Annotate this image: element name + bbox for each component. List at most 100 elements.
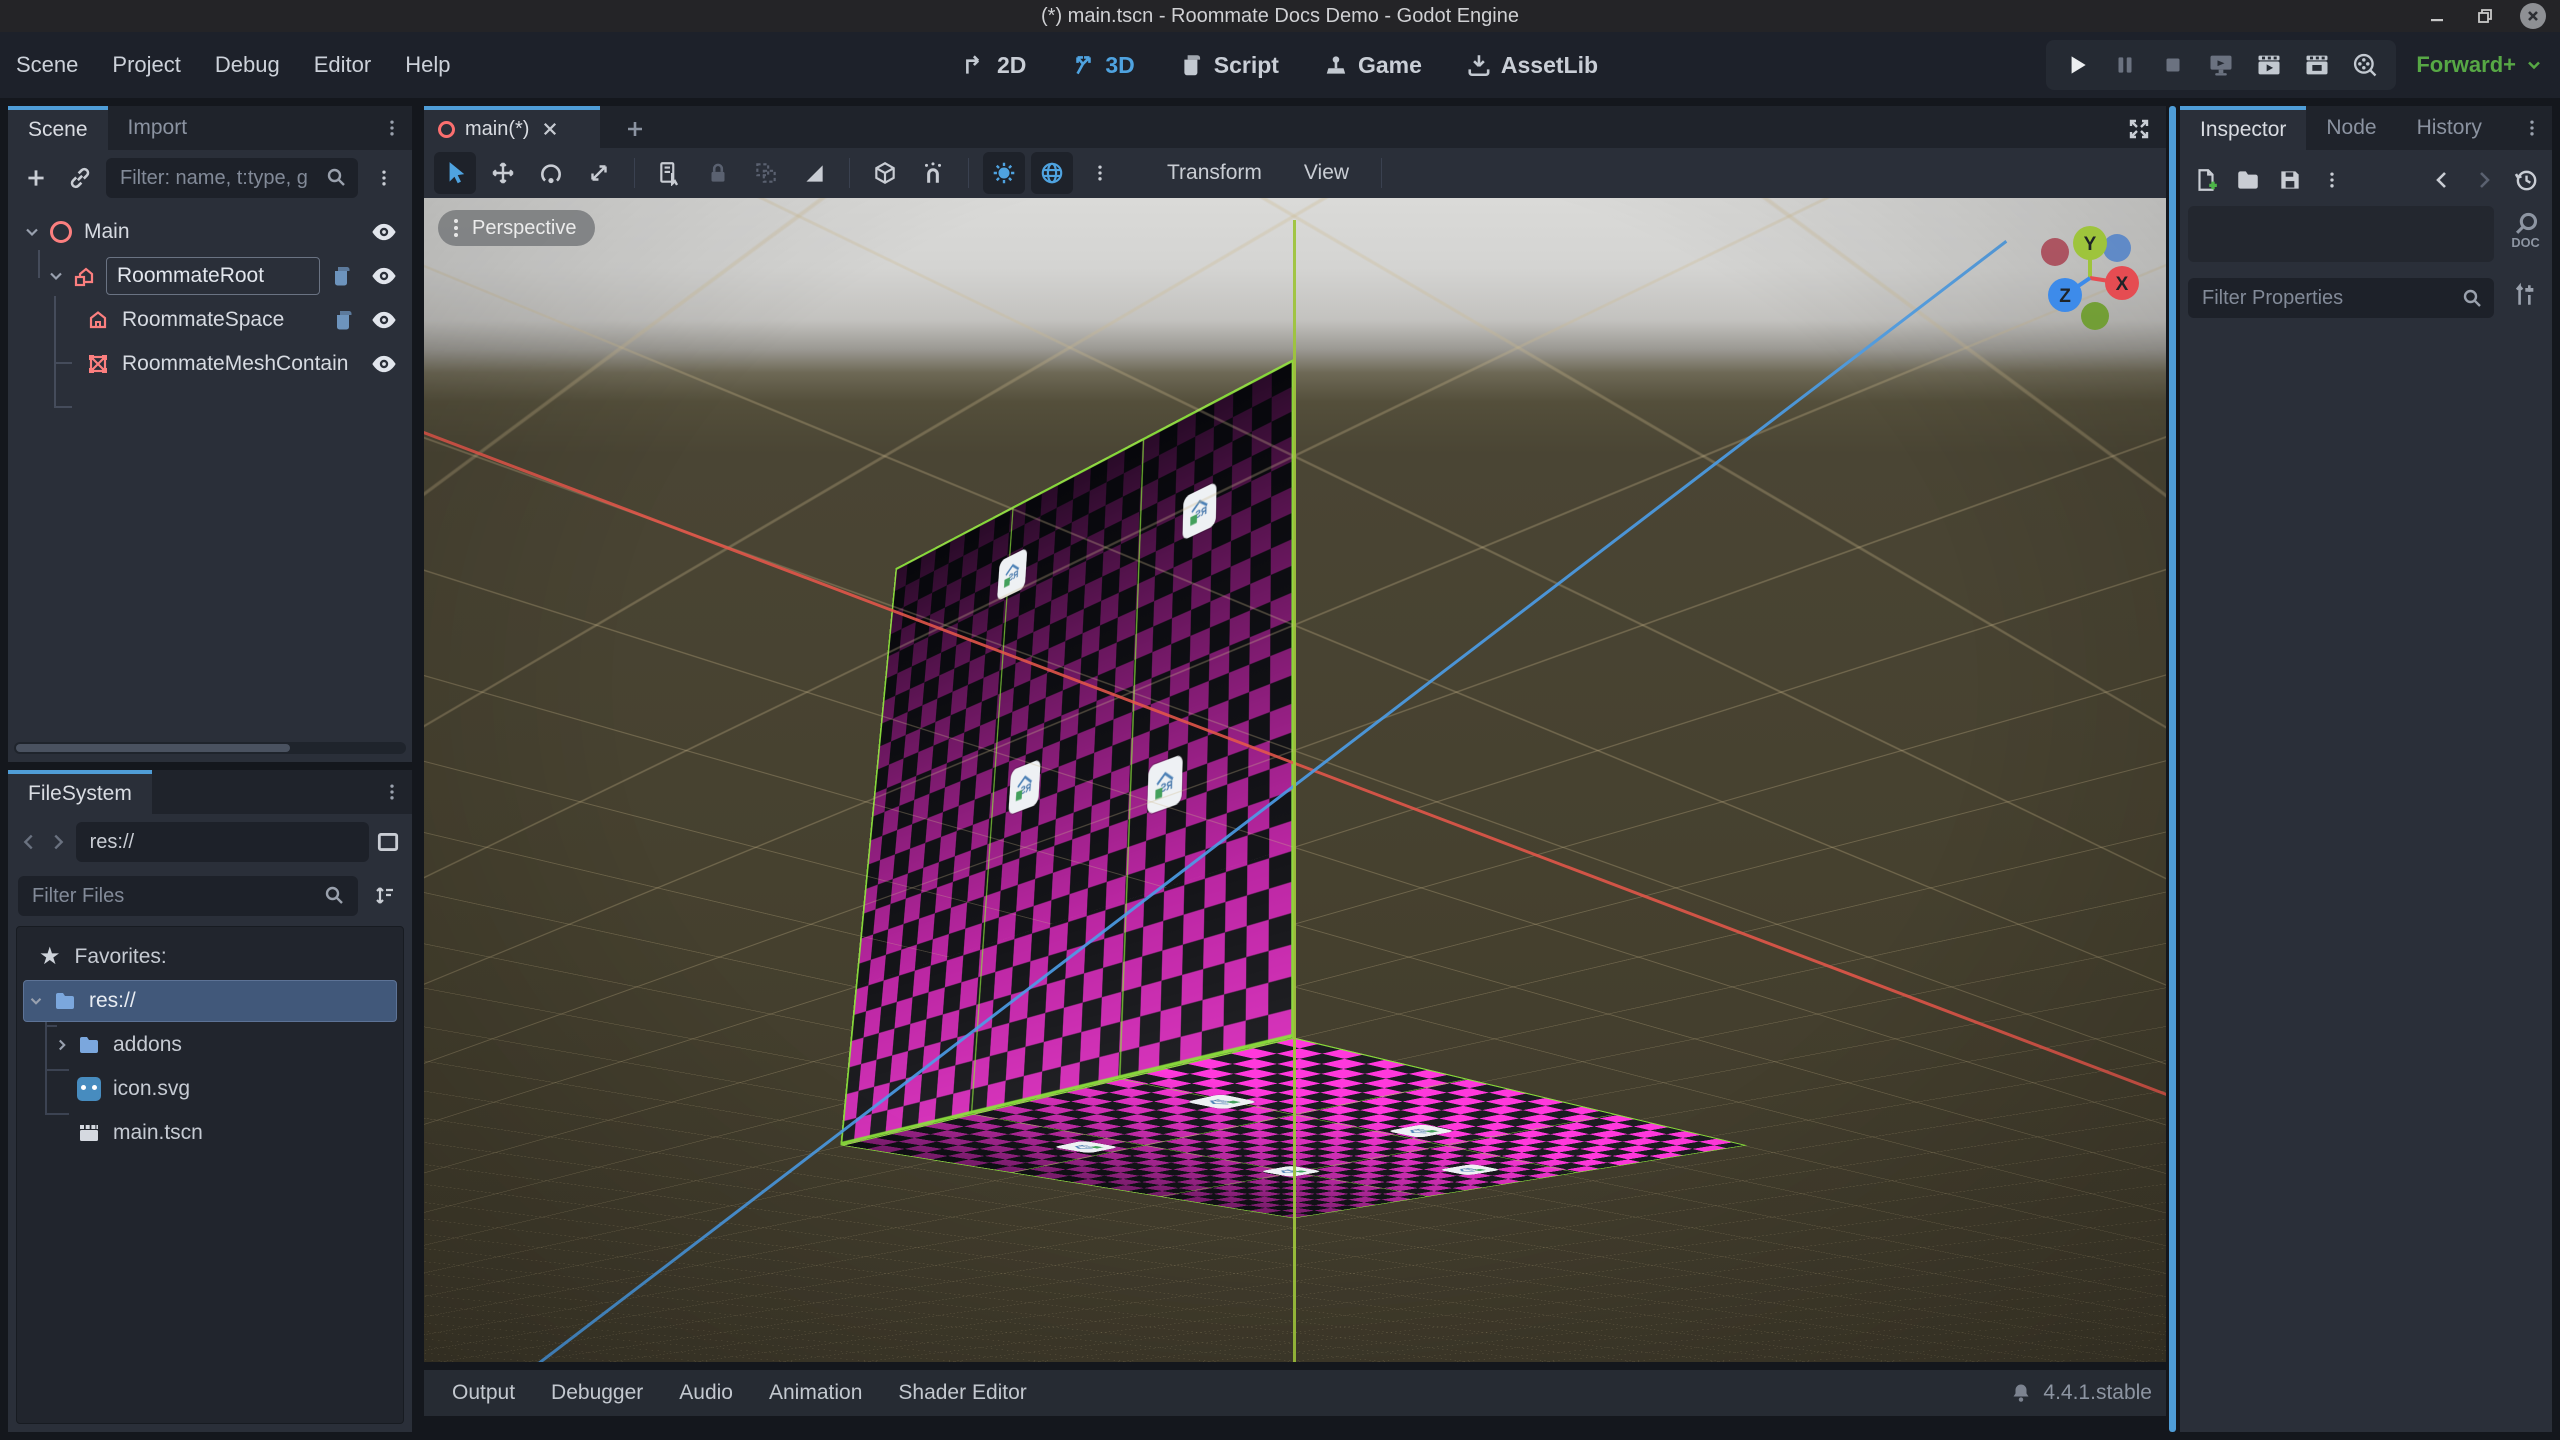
filter-files-input[interactable] — [18, 876, 358, 916]
fs-row-icon-svg[interactable]: icon.svg — [17, 1067, 403, 1111]
panel-shader-editor[interactable]: Shader Editor — [884, 1381, 1040, 1405]
visibility-eye-icon[interactable] — [370, 218, 398, 246]
viewport-options-icon[interactable] — [1079, 152, 1121, 194]
panel-debugger[interactable]: Debugger — [537, 1381, 657, 1405]
fs-row-main-tscn[interactable]: main.tscn — [17, 1111, 403, 1155]
play-custom-scene-icon[interactable] — [2298, 46, 2336, 84]
property-tools-icon[interactable] — [2512, 282, 2538, 313]
attached-script-icon[interactable] — [332, 308, 356, 332]
gizmo-z-label[interactable]: Z — [2059, 286, 2071, 307]
scale-tool-icon[interactable] — [578, 152, 620, 194]
group-icon[interactable] — [745, 152, 787, 194]
perspective-menu[interactable]: Perspective — [438, 210, 595, 246]
collapse-icon[interactable] — [27, 992, 45, 1010]
renderer-selector[interactable]: Forward+ — [2416, 52, 2544, 78]
sort-icon[interactable] — [366, 878, 402, 914]
tree-row-roommate-space[interactable]: RoommateSpace — [8, 298, 412, 342]
movie-maker-icon[interactable] — [2346, 46, 2384, 84]
select-tool-icon[interactable] — [434, 152, 476, 194]
ruler-icon[interactable] — [793, 152, 835, 194]
maximize-icon[interactable] — [2472, 3, 2498, 29]
gizmo-x-label[interactable]: X — [2116, 274, 2129, 295]
mode-game[interactable]: Game — [1323, 52, 1422, 79]
path-field[interactable] — [76, 822, 369, 862]
attached-script-icon[interactable] — [330, 264, 354, 288]
tab-import[interactable]: Import — [108, 106, 208, 150]
minimize-icon[interactable] — [2424, 3, 2450, 29]
stop-icon[interactable] — [2154, 46, 2192, 84]
save-resource-icon[interactable] — [2272, 162, 2308, 198]
preview-environment-icon[interactable] — [1031, 152, 1073, 194]
snap-object-icon[interactable] — [864, 152, 906, 194]
tree-row-roommate-mesh-container[interactable]: RoommateMeshContain — [8, 342, 412, 386]
mode-3d[interactable]: 3D — [1070, 52, 1134, 79]
tab-history[interactable]: History — [2397, 106, 2502, 150]
instance-scene-link-icon[interactable] — [62, 160, 98, 196]
tab-filesystem[interactable]: FileSystem — [8, 770, 152, 814]
snap-magnet-icon[interactable] — [912, 152, 954, 194]
tree-row-roommate-root[interactable]: RoommateRoot — [8, 254, 412, 298]
mode-script[interactable]: Script — [1179, 52, 1279, 79]
fs-row-res[interactable]: res:// — [17, 979, 403, 1023]
dock-splitter[interactable] — [2169, 106, 2176, 1432]
new-scene-tab-icon[interactable] — [616, 110, 654, 148]
menu-debug[interactable]: Debug — [215, 52, 280, 78]
history-forward-icon[interactable] — [47, 824, 70, 860]
visibility-eye-icon[interactable] — [370, 306, 398, 334]
close-tab-icon[interactable] — [541, 120, 559, 138]
panel-animation[interactable]: Animation — [755, 1381, 876, 1405]
list-select-icon[interactable] — [649, 152, 691, 194]
split-view-icon[interactable] — [375, 824, 402, 860]
menu-project[interactable]: Project — [112, 52, 180, 78]
collapse-icon[interactable] — [22, 222, 42, 242]
scene-filter-input[interactable] — [106, 158, 358, 198]
resource-slot[interactable] — [2188, 206, 2494, 262]
edit-forward-icon[interactable] — [2466, 162, 2502, 198]
gizmo-y-label[interactable]: Y — [2084, 234, 2097, 255]
preview-sunlight-icon[interactable] — [983, 152, 1025, 194]
edit-history-icon[interactable] — [2508, 162, 2544, 198]
panel-audio[interactable]: Audio — [665, 1381, 747, 1405]
version-label[interactable]: 4.4.1.stable — [2043, 1381, 2152, 1405]
orientation-gizmo[interactable]: Y X Z — [2030, 214, 2150, 334]
tab-node[interactable]: Node — [2306, 106, 2396, 150]
load-resource-folder-icon[interactable] — [2230, 162, 2266, 198]
menu-help[interactable]: Help — [405, 52, 450, 78]
viewport-3d[interactable]: RS RS RS RS RS RS RS RS RS — [424, 198, 2166, 1362]
scene-tree-menu-icon[interactable] — [366, 160, 402, 196]
menu-editor[interactable]: Editor — [314, 52, 371, 78]
fs-row-addons[interactable]: addons — [17, 1023, 403, 1067]
history-back-icon[interactable] — [18, 824, 41, 860]
view-menu[interactable]: View — [1304, 161, 1349, 185]
collapse-icon[interactable] — [46, 266, 66, 286]
add-node-icon[interactable] — [18, 160, 54, 196]
dock-menu-icon[interactable] — [2522, 106, 2552, 150]
dock-menu-icon[interactable] — [382, 106, 412, 150]
expand-viewport-icon[interactable] — [2120, 110, 2158, 148]
move-tool-icon[interactable] — [482, 152, 524, 194]
scene-tab-main[interactable]: main(*) — [424, 106, 600, 148]
remote-debug-icon[interactable] — [2202, 46, 2240, 84]
menu-scene[interactable]: Scene — [16, 52, 78, 78]
resource-options-icon[interactable] — [2314, 162, 2350, 198]
notification-bell-icon[interactable] — [2009, 1381, 2033, 1405]
doc-search-icon[interactable]: DOC — [2510, 210, 2544, 255]
dock-menu-icon[interactable] — [382, 770, 412, 814]
node-rename-field[interactable]: RoommateRoot — [106, 257, 320, 295]
horizontal-scrollbar[interactable] — [14, 742, 406, 754]
close-icon[interactable] — [2520, 3, 2546, 29]
rotate-tool-icon[interactable] — [530, 152, 572, 194]
mode-2d[interactable]: 2D — [962, 52, 1026, 79]
filter-properties-input[interactable] — [2188, 278, 2494, 318]
favorites-row[interactable]: ★ Favorites: — [17, 935, 403, 979]
tab-scene[interactable]: Scene — [8, 106, 108, 150]
mode-assetlib[interactable]: AssetLib — [1466, 52, 1598, 79]
expand-icon[interactable] — [53, 1036, 71, 1054]
transform-menu[interactable]: Transform — [1167, 161, 1262, 185]
new-resource-icon[interactable] — [2188, 162, 2224, 198]
pause-icon[interactable] — [2106, 46, 2144, 84]
panel-output[interactable]: Output — [438, 1381, 529, 1405]
visibility-eye-icon[interactable] — [370, 350, 398, 378]
play-icon[interactable] — [2058, 46, 2096, 84]
play-scene-icon[interactable] — [2250, 46, 2288, 84]
